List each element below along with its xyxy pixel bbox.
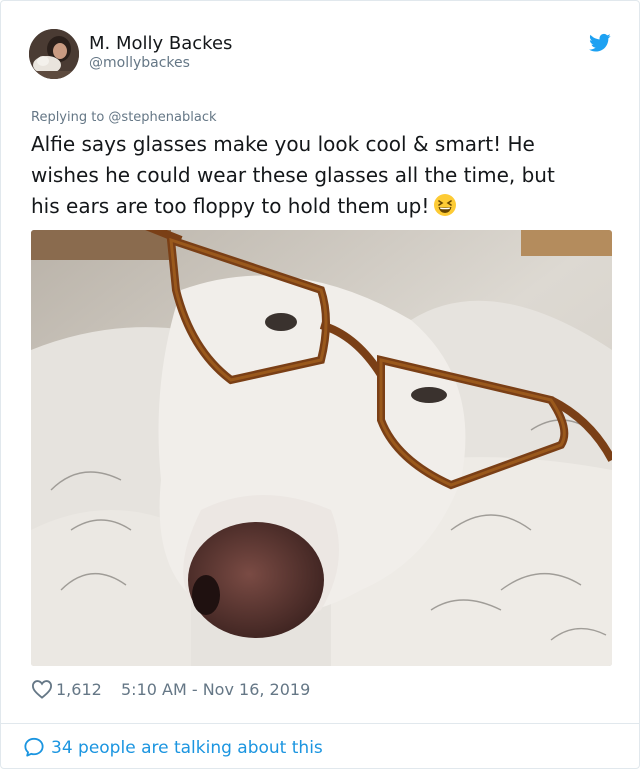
tweet-photo[interactable] (31, 230, 612, 666)
dog-with-glasses-photo (31, 230, 612, 666)
grinning-squinting-face-icon (433, 193, 457, 226)
tweet-text: Alfie says glasses make you look cool & … (31, 129, 621, 226)
speech-bubble-icon (24, 737, 44, 757)
tweet-card: M. Molly Backes @mollybackes Replying to… (0, 0, 640, 769)
author-name[interactable]: M. Molly Backes (89, 33, 232, 54)
heart-icon[interactable] (31, 679, 53, 699)
tweet-text-line-3: his ears are too floppy to hold them up! (31, 194, 430, 218)
author-handle[interactable]: @mollybackes (89, 55, 190, 71)
tweet-meta: 1,612 5:10 AM - Nov 16, 2019 (31, 678, 611, 702)
avatar[interactable] (29, 29, 79, 79)
twitter-bird-icon[interactable] (589, 33, 611, 53)
like-count[interactable]: 1,612 (56, 680, 102, 699)
conversation-link[interactable]: 34 people are talking about this (23, 734, 383, 760)
tweet-text-line-2: wishes he could wear these glasses all t… (31, 163, 555, 187)
tweet-timestamp[interactable]: 5:10 AM - Nov 16, 2019 (121, 680, 310, 699)
tweet-text-line-1: Alfie says glasses make you look cool & … (31, 132, 535, 156)
talking-label[interactable]: 34 people are talking about this (51, 738, 323, 758)
divider (1, 723, 639, 724)
tweet-header: M. Molly Backes @mollybackes (29, 29, 619, 83)
replying-to[interactable]: Replying to @stephenablack (31, 110, 217, 125)
